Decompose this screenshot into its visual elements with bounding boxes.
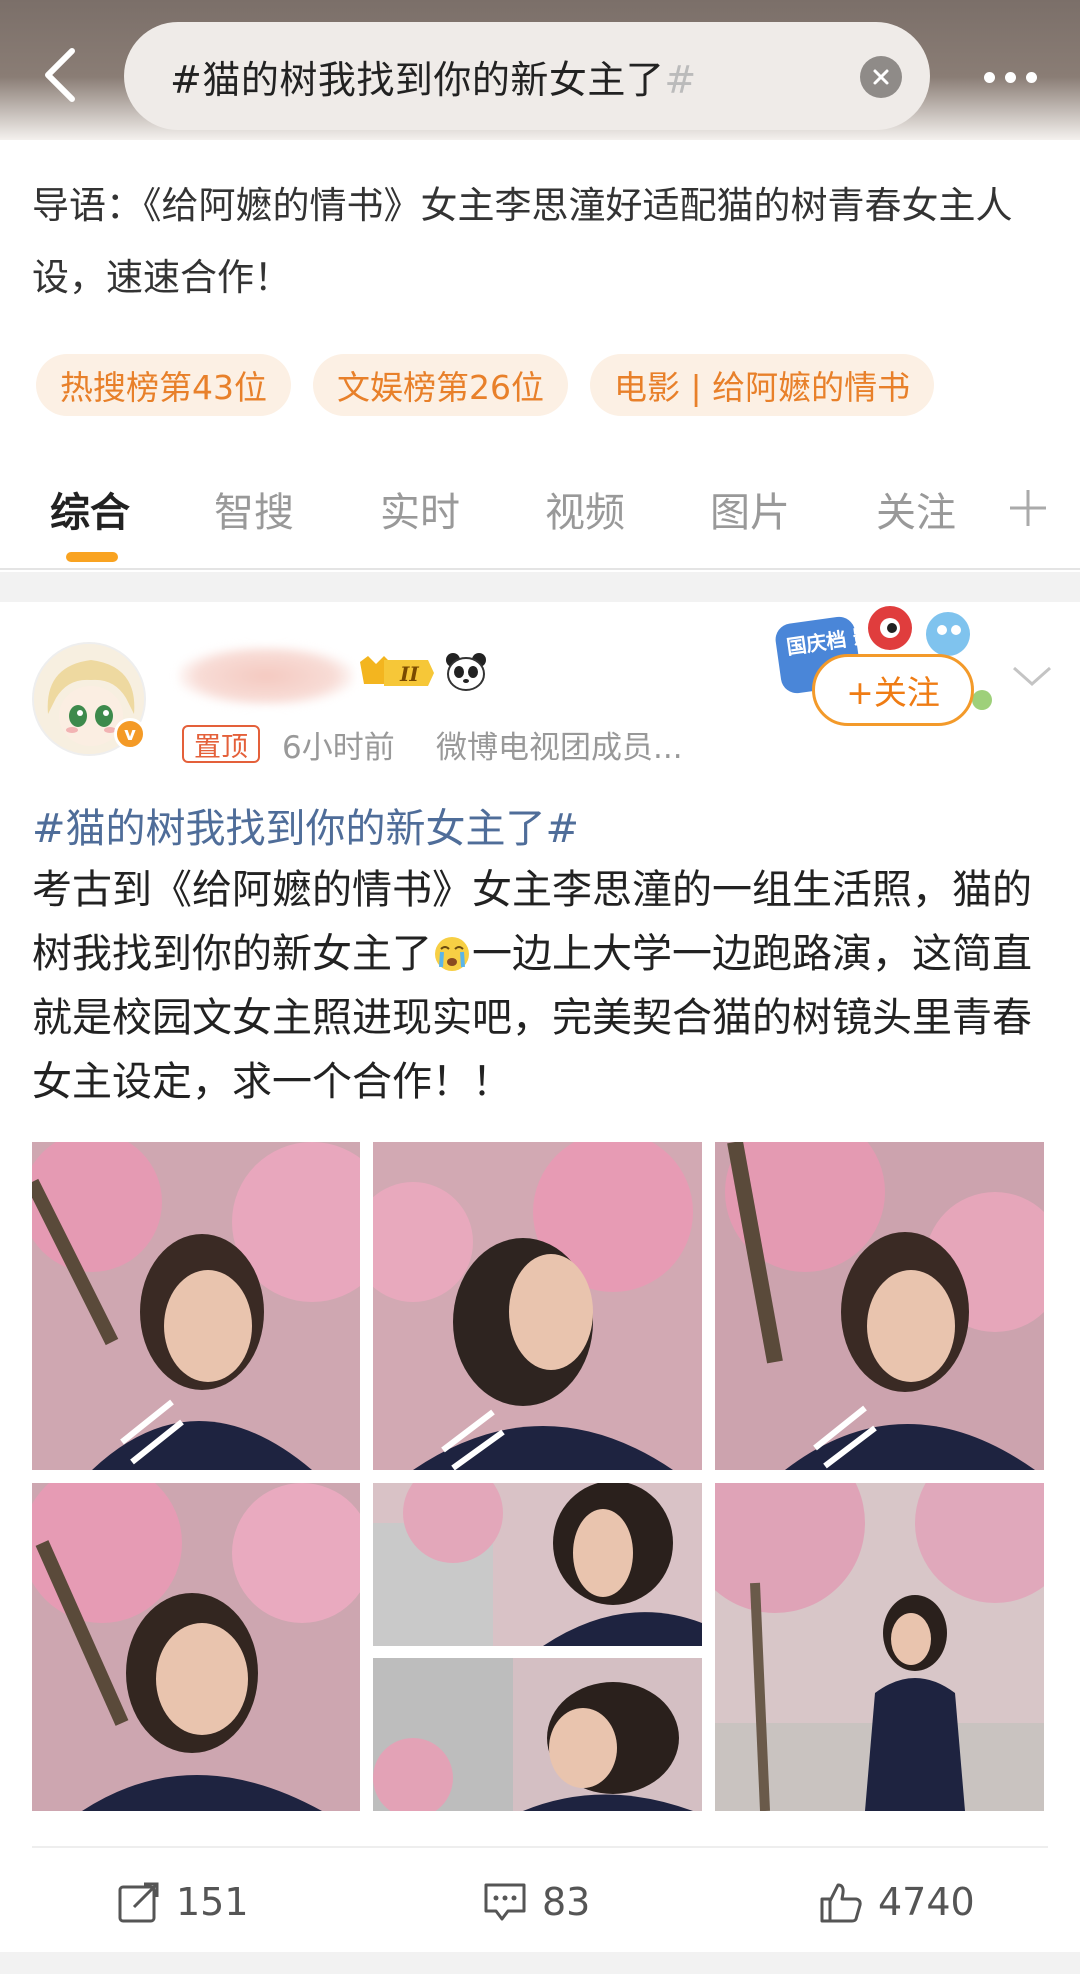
search-query: #猫的树我找到你的新女主了# <box>170 57 697 102</box>
tab-smart-search[interactable]: 智搜 <box>214 480 294 538</box>
plus-icon[interactable] <box>1004 484 1052 532</box>
crying-emoji-icon <box>435 937 469 971</box>
like-icon <box>820 1883 862 1923</box>
pinned-badge: 置顶 <box>182 725 260 763</box>
post-photo-1[interactable] <box>32 1142 360 1470</box>
chip-movie[interactable]: 电影 | 给阿嬷的情书 <box>590 354 935 416</box>
like-count: 4740 <box>878 1880 975 1924</box>
panda-icon <box>446 653 486 691</box>
post-photo-6[interactable] <box>373 1658 702 1811</box>
comment-icon <box>484 1883 526 1921</box>
tab-bar: 综合 智搜 实时 视频 图片 关注 <box>0 470 1080 570</box>
post-time: 6小时前 <box>282 730 395 766</box>
like-button[interactable]: 4740 <box>818 1872 975 1932</box>
chip-entertainment-rank[interactable]: 文娱榜第26位 <box>313 354 568 416</box>
action-divider <box>32 1846 1048 1848</box>
topic-lead: 导语：《给阿嬷的情书》女主李思潼好适配猫的树青春女主人设，速速合作！ <box>32 184 1013 299</box>
repost-count: 151 <box>176 1880 249 1924</box>
tab-realtime[interactable]: 实时 <box>380 480 460 538</box>
repost-button[interactable]: 151 <box>116 1872 249 1932</box>
comment-count: 83 <box>542 1880 591 1924</box>
search-input[interactable]: #猫的树我找到你的新女主了# <box>124 22 930 130</box>
post-source[interactable]: 微博电视团成员... <box>436 722 683 767</box>
post-body: 考古到《给阿嬷的情书》女主李思潼的一组生活照，猫的树我找到你的新女主了 一边上大学… <box>32 858 1052 1114</box>
topic-chips: 热搜榜第43位 文娱榜第26位 电影 | 给阿嬷的情书 <box>36 354 935 416</box>
tab-video[interactable]: 视频 <box>545 480 625 538</box>
post-photo-7[interactable] <box>715 1483 1044 1811</box>
username-blurred[interactable] <box>178 646 354 706</box>
rank-badge-icon: II <box>360 656 434 686</box>
svg-text:II: II <box>399 662 419 686</box>
chip-hot-search-rank[interactable]: 热搜榜第43位 <box>36 354 291 416</box>
bottom-divider <box>0 1952 1080 1974</box>
chevron-down-icon[interactable] <box>1006 656 1058 696</box>
top-bar: #猫的树我找到你的新女主了# <box>0 0 1080 140</box>
back-arrow-icon[interactable] <box>28 40 92 110</box>
share-icon <box>118 1882 159 1923</box>
post-photo-5[interactable] <box>373 1483 702 1646</box>
tab-images[interactable]: 图片 <box>710 480 790 538</box>
follow-button[interactable]: +关注 <box>812 654 974 726</box>
post-hashtag[interactable]: #猫的树我找到你的新女主了# <box>32 796 579 854</box>
section-divider <box>0 572 1080 602</box>
post-photo-3[interactable] <box>715 1142 1044 1470</box>
post-photo-2[interactable] <box>373 1142 702 1470</box>
verified-icon: v <box>114 718 146 750</box>
post-photo-4[interactable] <box>32 1483 360 1811</box>
comment-button[interactable]: 83 <box>482 1872 590 1932</box>
more-icon[interactable] <box>970 52 1050 102</box>
active-tab-indicator <box>66 552 118 562</box>
tab-following[interactable]: 关注 <box>876 480 956 538</box>
clear-icon[interactable] <box>860 56 902 98</box>
tab-comprehensive[interactable]: 综合 <box>50 480 130 538</box>
